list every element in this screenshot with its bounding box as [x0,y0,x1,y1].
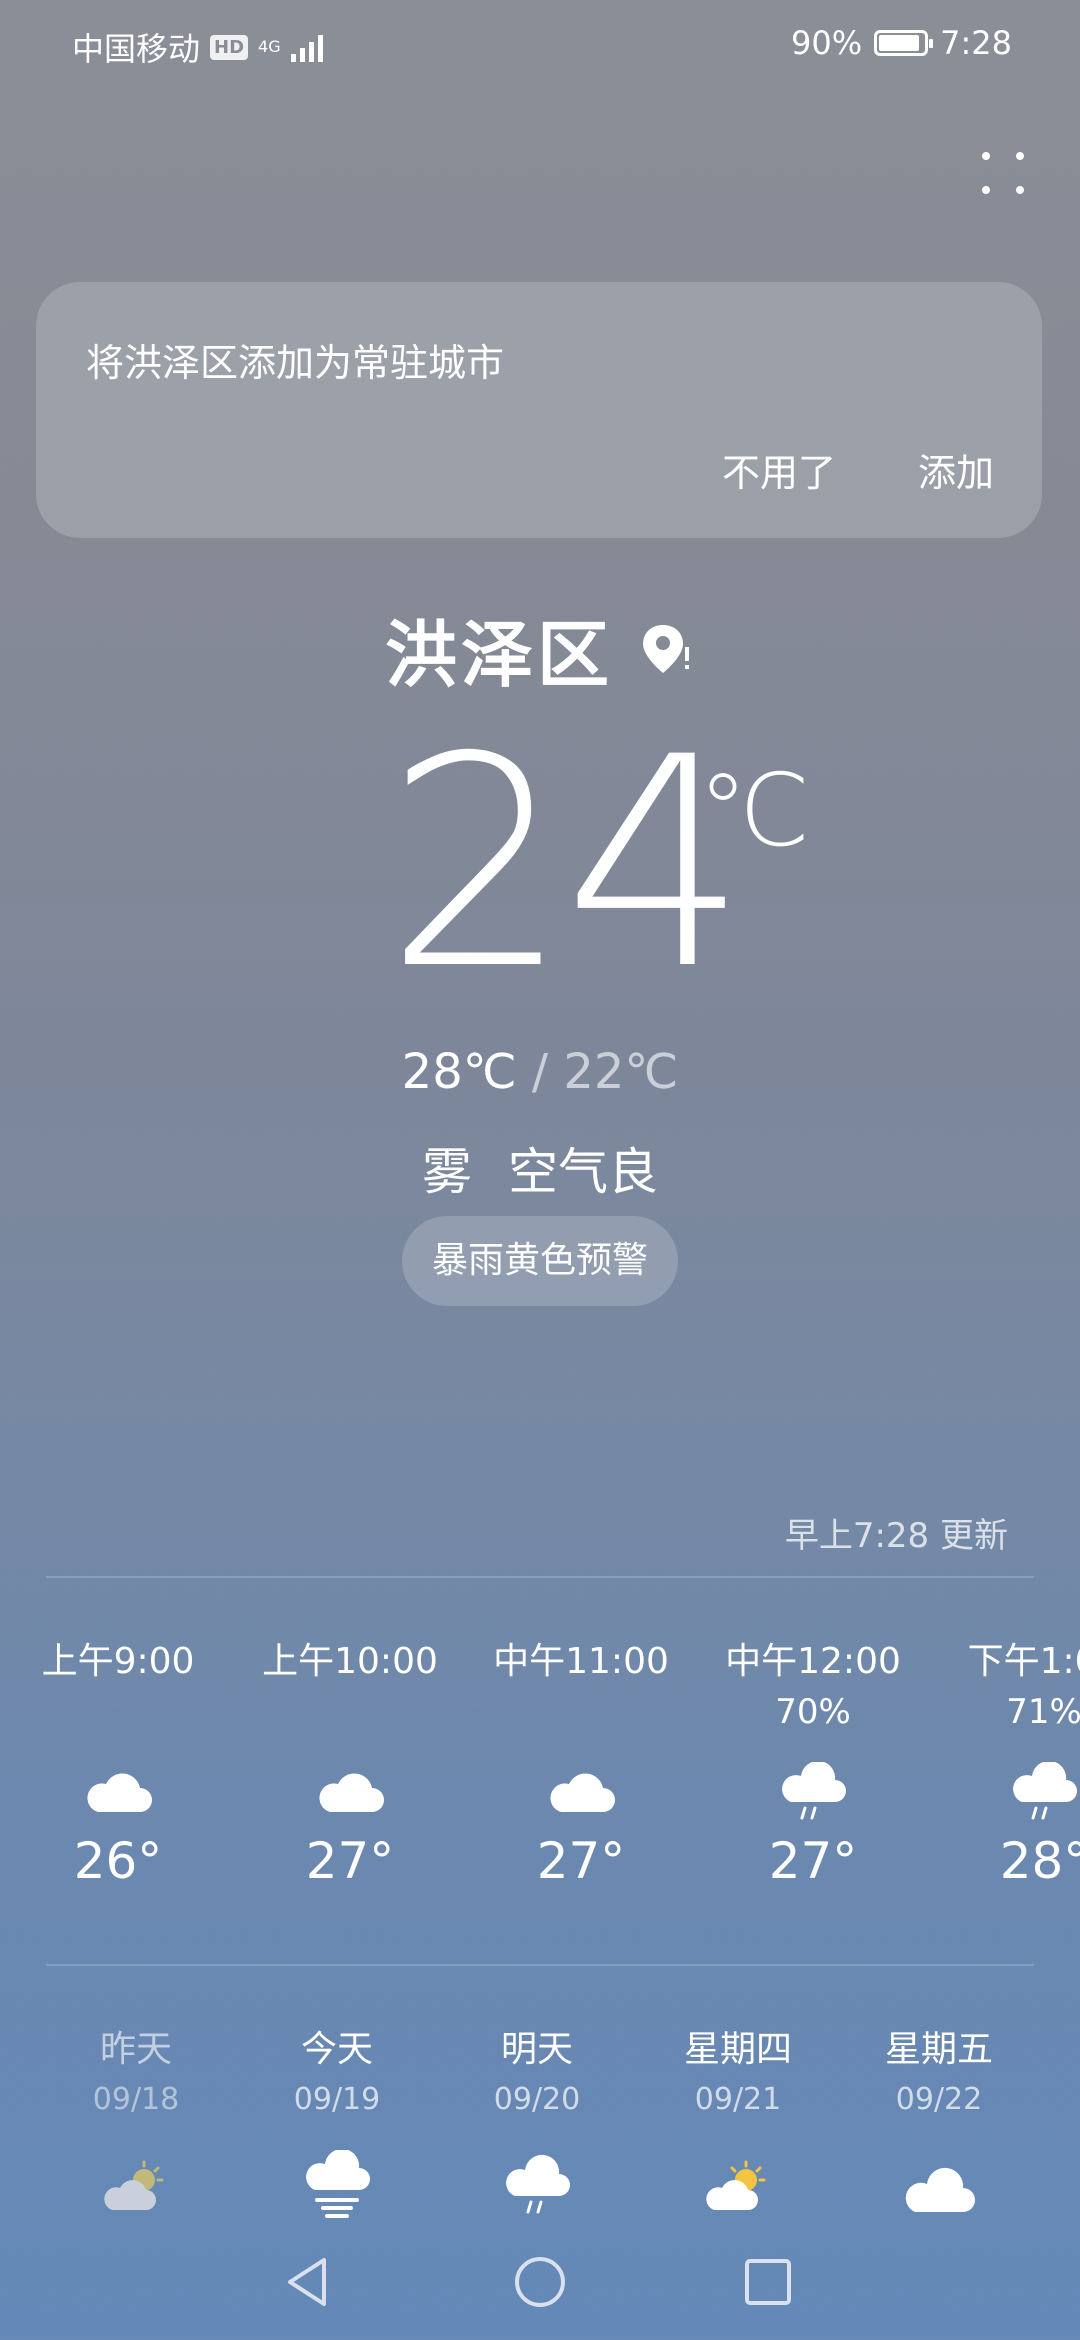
day-name: 明天 [500,2029,573,2070]
clock: 7:28 [940,24,1012,62]
current-temperature: 24 [385,696,748,1033]
weather-alert-button[interactable]: 暴雨黄色预警 [402,1216,678,1306]
carrier-label: 中国移动 [72,30,201,68]
hour-temp: 27° [768,1832,858,1890]
status-bar-right: 90% 7:28 [791,24,1012,62]
day-date: 09/21 [694,2082,782,2117]
rain-icon [1013,1762,1077,1820]
weather-condition: 雾 空气良 [422,1143,658,1201]
update-time: 早上7:28 更新 [784,1516,1008,1556]
day-date: 09/22 [895,2082,983,2117]
battery-percent: 90% [791,24,863,62]
city-name: 洪泽区 [384,613,613,697]
day-date: 09/20 [493,2082,581,2117]
fog-icon [306,2150,370,2218]
hour-precip: 70% [775,1692,851,1732]
status-bar-left: 中国移动 HD 4G [72,24,323,70]
hour-temp: 28° [999,1832,1080,1890]
battery-icon [874,30,934,56]
hour-time: 上午10:00 [262,1641,438,1682]
low-temperature: 22℃ [563,1044,679,1100]
day-name: 今天 [300,2029,373,2070]
add-city-button[interactable]: 添加 [918,442,994,497]
divider [46,1576,1034,1578]
hd-badge: HD [210,34,249,60]
rain-icon [506,2154,570,2214]
home-icon[interactable] [510,2252,570,2312]
day-name: 星期五 [884,2029,993,2070]
signal-icon [290,32,323,62]
back-icon[interactable] [278,2252,338,2312]
hour-time: 中午11:00 [493,1641,669,1682]
hour-time: 中午12:00 [725,1641,901,1682]
prompt-message: 将洪泽区添加为常驻城市 [86,341,505,385]
location-header: 洪泽区 [0,596,1080,701]
cloudy-icon [550,1773,615,1812]
high-low-temperature: 28℃ / 22℃ [0,1044,1080,1100]
day-name: 星期四 [683,2029,792,2070]
hour-time: 上午9:00 [41,1641,195,1682]
hour-temp: 26° [73,1832,163,1890]
cloudy-icon [87,1773,152,1812]
day-name: 昨天 [99,2029,172,2070]
cloudy-icon [319,1773,384,1812]
day-date: 09/18 [92,2082,180,2117]
recents-icon[interactable] [738,2252,798,2312]
decline-button[interactable]: 不用了 [722,442,836,497]
rain-icon [782,1762,846,1820]
partly-cloudy-icon [104,2160,164,2210]
partly-cloudy-icon [706,2160,766,2210]
more-menu-icon[interactable] [978,148,1028,198]
hour-time: 下午1:00 [967,1641,1080,1682]
day-date: 09/19 [293,2082,381,2117]
high-temperature: 28℃ [401,1044,517,1100]
hour-precip: 71% [1006,1692,1080,1732]
location-pin-icon[interactable] [639,621,695,677]
temp-separator: / [516,1044,564,1100]
cloudy-icon [905,2167,975,2212]
temperature-unit: ℃ [698,752,811,869]
divider [46,1964,1034,1966]
add-city-prompt-card: 将洪泽区添加为常驻城市 不用了 添加 [36,282,1042,538]
network-type: 4G [258,37,281,56]
hour-temp: 27° [305,1832,395,1890]
hour-temp: 27° [536,1832,626,1890]
